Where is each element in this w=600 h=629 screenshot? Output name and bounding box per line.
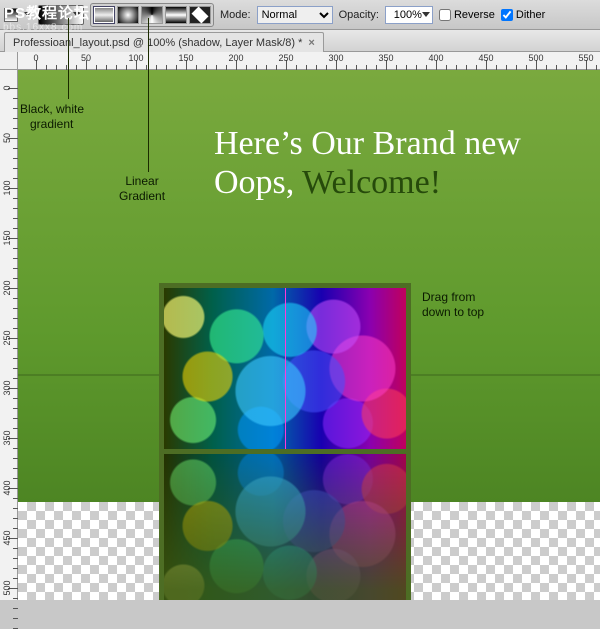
gradient-type-linear[interactable] (93, 6, 115, 24)
bokeh-image[interactable] (159, 283, 411, 454)
document-tab[interactable]: Professioanl_layout.psd @ 100% (shadow, … (4, 32, 324, 52)
annotation-drag-hint: Drag from down to top (422, 290, 484, 320)
dither-checkbox-label: Dither (516, 9, 545, 21)
hero-line2a: Oops, (214, 164, 302, 201)
document-tab-title: Professioanl_layout.psd @ 100% (shadow, … (13, 37, 302, 49)
opacity-label: Opacity: (339, 9, 379, 21)
annotation-line-linear (148, 18, 149, 172)
canvas[interactable]: Here’s Our Brand new Oops, Welcome! Blac… (18, 70, 600, 600)
ruler-origin[interactable] (0, 52, 18, 70)
annotation-linear-gradient: Linear Gradient (119, 174, 165, 204)
gradient-type-radial[interactable] (117, 6, 139, 24)
dither-checkbox[interactable]: Dither (501, 9, 545, 21)
reverse-checkbox[interactable]: Reverse (439, 9, 495, 21)
dither-checkbox-input[interactable] (501, 9, 513, 21)
bokeh-image-reflection[interactable] (159, 449, 411, 601)
workspace: 050100150200250300350400450500550 050100… (0, 52, 600, 600)
annotation-line-bw (68, 18, 69, 99)
mode-label: Mode: (220, 9, 251, 21)
hero-headline: Here’s Our Brand new Oops, Welcome! (214, 124, 521, 202)
hero-line1: Here’s Our Brand new (214, 125, 521, 162)
bokeh-pattern (164, 454, 406, 601)
reverse-checkbox-input[interactable] (439, 9, 451, 21)
gradient-type-group (90, 3, 214, 27)
vertical-guide[interactable] (285, 283, 286, 454)
document-tab-bar: Professioanl_layout.psd @ 100% (shadow, … (0, 30, 600, 52)
close-icon[interactable]: × (308, 37, 314, 49)
reverse-checkbox-label: Reverse (454, 9, 495, 21)
gradient-type-diamond[interactable] (189, 6, 211, 24)
annotation-bw-gradient: Black, white gradient (20, 102, 84, 132)
gradient-type-angle[interactable] (141, 6, 163, 24)
chevron-down-icon[interactable] (422, 12, 430, 17)
opacity-input[interactable] (388, 9, 422, 21)
gradient-type-reflected[interactable] (165, 6, 187, 24)
opacity-field[interactable] (385, 6, 433, 24)
bokeh-image-group (159, 283, 411, 600)
blend-mode-select[interactable]: Normal (257, 6, 333, 24)
hero-welcome: Welcome! (302, 164, 441, 201)
ruler-vertical[interactable]: 050100150200250300350400450500 (0, 70, 18, 600)
watermark-url: bbs.16xx8.com (3, 22, 83, 33)
ruler-horizontal[interactable]: 050100150200250300350400450500550 (18, 52, 600, 70)
